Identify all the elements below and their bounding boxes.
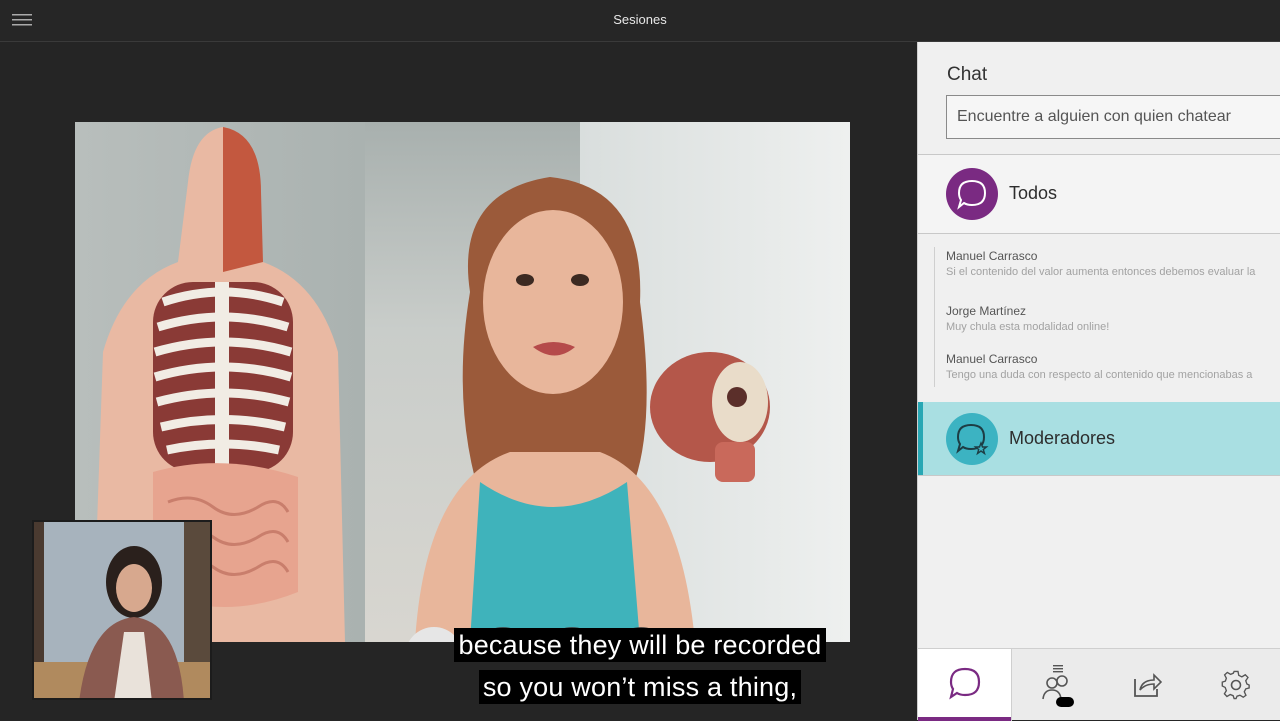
list-item[interactable]: Manuel Carrasco Si el contenido del valo… — [946, 249, 1280, 278]
top-bar: Sesiones — [0, 0, 1280, 42]
message-author: Manuel Carrasco — [946, 249, 1038, 263]
share-icon — [1134, 673, 1162, 697]
session-stage — [0, 42, 917, 720]
tab-settings[interactable] — [1190, 649, 1280, 721]
message-author: Jorge Martínez — [946, 304, 1027, 318]
divider — [918, 475, 1280, 476]
channel-moderadores-label: Moderadores — [1009, 428, 1116, 448]
list-item[interactable]: Jorge Martínez Muy chula esta modalidad … — [946, 304, 1280, 333]
message-text: Muy chula esta modalidad online! — [946, 321, 1110, 333]
chat-bubble-icon — [948, 667, 980, 700]
message-text: Tengo una duda con respecto al contenido… — [946, 369, 1253, 381]
presenter-image — [415, 177, 695, 642]
channel-todos[interactable]: Todos — [918, 155, 1280, 233]
channel-todos-label: Todos — [1009, 183, 1058, 203]
message-author: Manuel Carrasco — [946, 352, 1038, 366]
panel-tab-bar — [918, 648, 1280, 721]
chat-panel: Chat Todos Manuel Carrasco Si el conteni… — [917, 42, 1280, 721]
list-item[interactable]: Manuel Carrasco Tengo una duda con respe… — [946, 352, 1280, 381]
chat-search-input[interactable] — [946, 95, 1280, 139]
chat-title: Chat — [947, 64, 988, 85]
tab-share[interactable] — [1104, 649, 1190, 721]
caption-line-2: so you won’t miss a thing, — [478, 670, 802, 704]
gear-icon — [1221, 670, 1250, 700]
tab-chat[interactable] — [918, 649, 1011, 721]
tab-participants[interactable] — [1011, 649, 1104, 721]
participants-icon — [1042, 665, 1074, 707]
divider — [918, 233, 1280, 234]
chat-bubble-icon — [946, 168, 998, 220]
message-list: Manuel Carrasco Si el contenido del valo… — [934, 247, 1280, 387]
caption-line-1: because they will be recorded — [454, 628, 826, 662]
moderator-chat-icon — [946, 413, 998, 465]
message-text: Si el contenido del valor aumenta entonc… — [946, 266, 1256, 278]
page-title: Sesiones — [613, 12, 667, 27]
channel-moderadores[interactable]: Moderadores — [918, 402, 1280, 476]
